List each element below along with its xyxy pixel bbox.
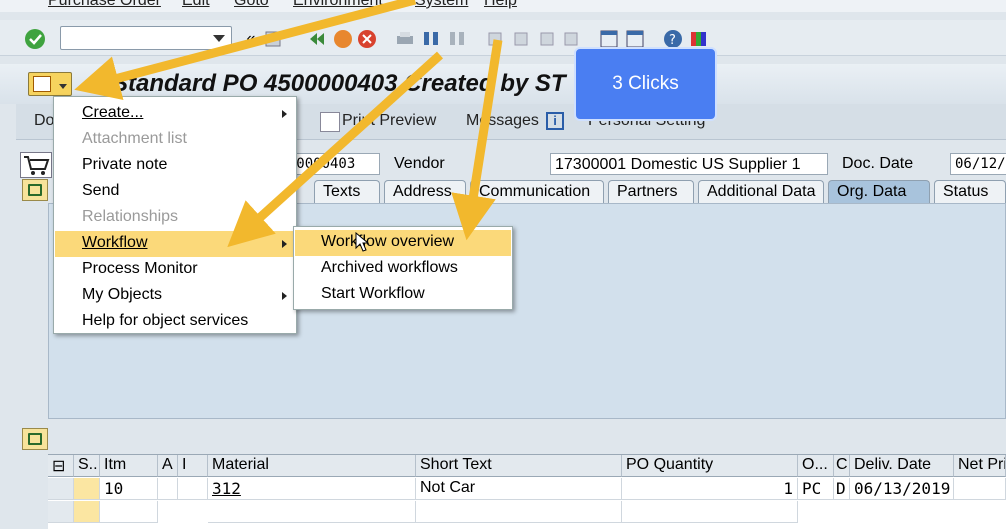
arrow-to-services-button bbox=[74, 0, 417, 101]
arrow-to-workflow-overview bbox=[451, 39, 503, 241]
annotation-arrows bbox=[74, 0, 503, 248]
arrow-to-workflow-item bbox=[227, 51, 444, 248]
